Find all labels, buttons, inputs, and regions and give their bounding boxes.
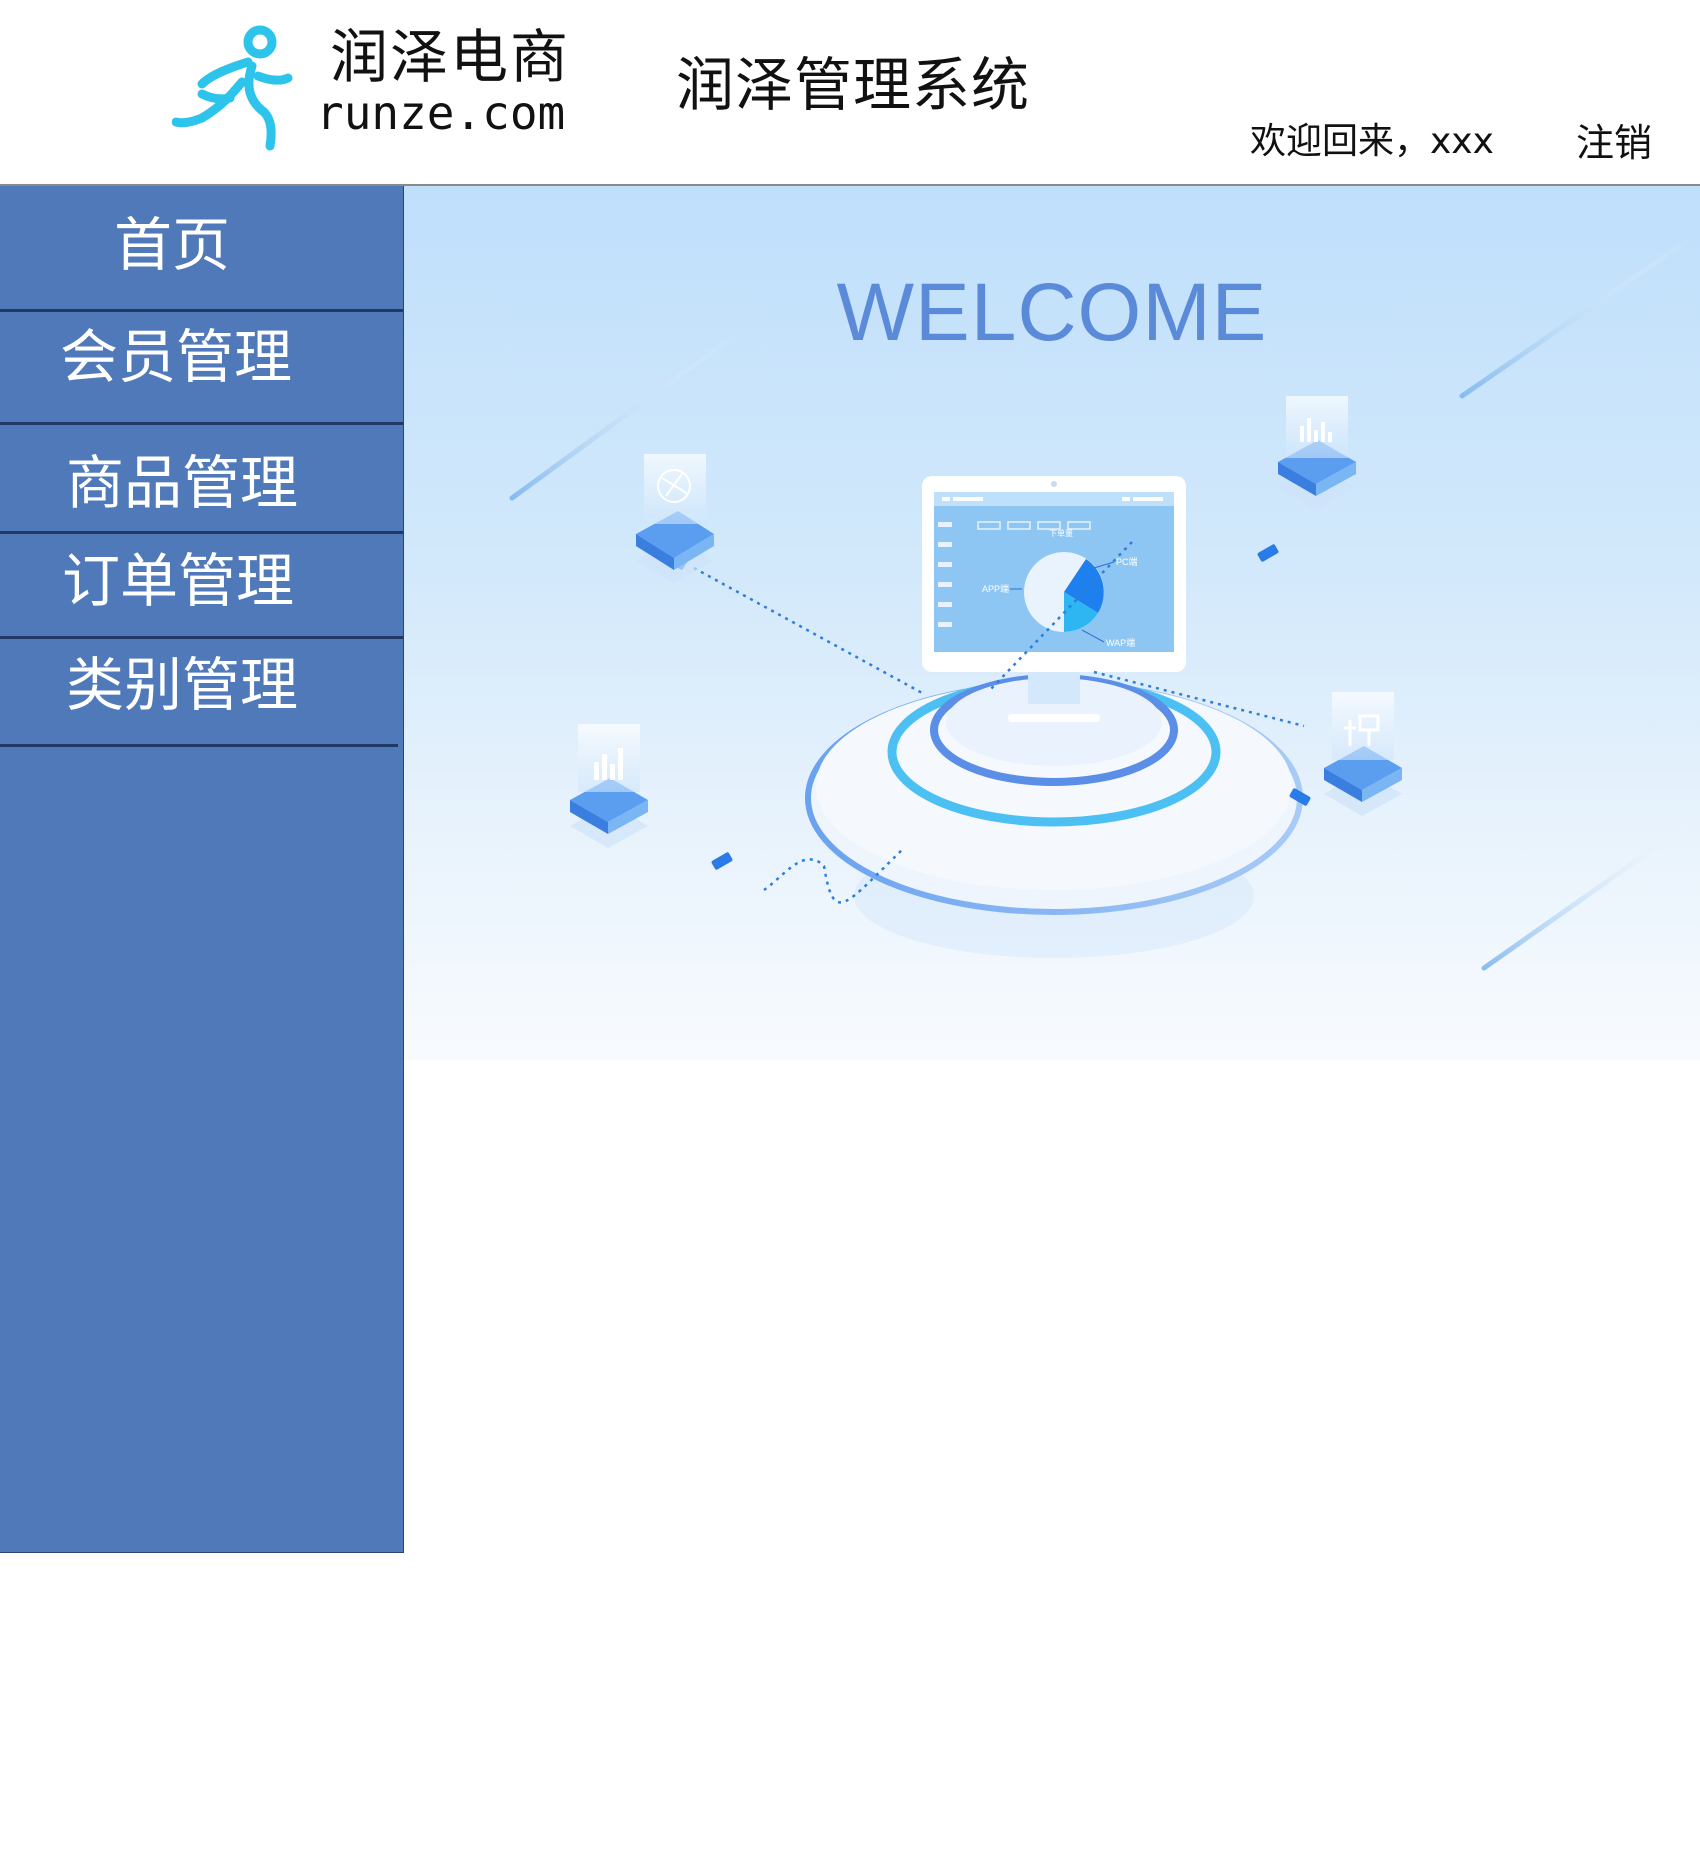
sidebar-item-label: 订单管理 <box>62 547 295 615</box>
brand-domain: runze.com <box>316 86 566 140</box>
logout-link[interactable]: 注销 <box>1576 124 1652 162</box>
sidebar-nav: 首页 会员管理 商品管理 订单管理 类别管理 <box>0 186 404 1553</box>
sidebar-item-label: 会员管理 <box>60 323 293 391</box>
welcome-banner: PC端 APP端 WAP端 下单量 WELCOME <box>404 186 1700 1060</box>
divider <box>0 744 398 747</box>
control-cube-icon <box>1324 692 1402 816</box>
sidebar-item-members[interactable]: 会员管理 <box>0 328 403 408</box>
sidebar-item-categories[interactable]: 类别管理 <box>0 656 403 736</box>
sidebar-item-orders[interactable]: 订单管理 <box>0 552 403 632</box>
system-title: 润泽管理系统 <box>676 51 1031 119</box>
divider <box>0 531 403 534</box>
runner-logo-icon <box>172 25 293 151</box>
app-header: 润泽电商 runze.com 润泽管理系统 欢迎回来，xxx 注销 <box>0 0 1700 186</box>
sidebar-item-products[interactable]: 商品管理 <box>0 454 403 534</box>
brand-name-cn: 润泽电商 <box>330 23 571 91</box>
pie-label-app: APP端 <box>982 583 1009 594</box>
network-cube-icon <box>636 454 714 584</box>
pie-title: 下单量 <box>1049 528 1073 538</box>
divider <box>0 636 403 639</box>
welcome-user-text: 欢迎回来，xxx <box>1250 121 1494 162</box>
bar-chart-cube-icon <box>1278 396 1356 510</box>
divider <box>0 309 403 312</box>
chart-cube-icon <box>570 724 648 848</box>
sidebar-item-label: 首页 <box>114 211 231 279</box>
pie-label-wap: WAP端 <box>1106 637 1135 648</box>
welcome-heading: WELCOME <box>836 267 1268 358</box>
pie-label-pc: PC端 <box>1116 556 1138 567</box>
sidebar-item-label: 商品管理 <box>66 449 299 517</box>
sidebar-item-label: 类别管理 <box>66 651 299 719</box>
sidebar-item-home[interactable]: 首页 <box>0 216 403 296</box>
divider <box>0 422 403 425</box>
